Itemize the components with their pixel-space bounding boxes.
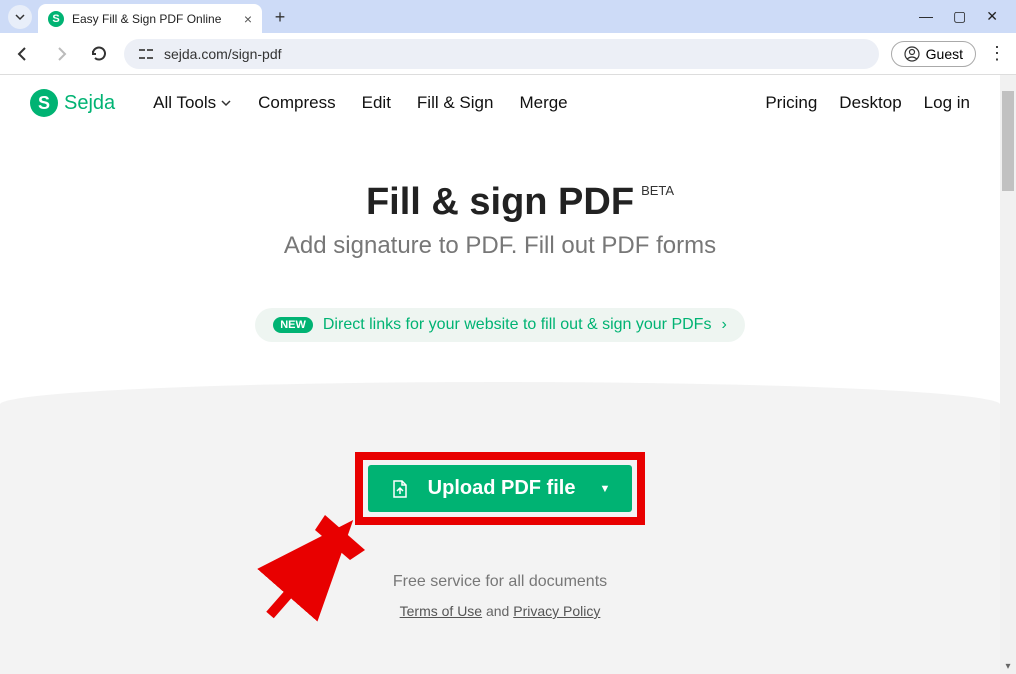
arrow-right-icon [52, 45, 70, 63]
nav-label: Fill & Sign [417, 93, 494, 113]
browser-tab[interactable]: S Easy Fill & Sign PDF Online × [38, 4, 262, 33]
maximize-button[interactable]: ▢ [953, 8, 966, 25]
logo-text: Sejda [64, 92, 115, 115]
scroll-down-button[interactable]: ▾ [1000, 658, 1016, 674]
nav-compress[interactable]: Compress [258, 93, 335, 113]
browser-titlebar: S Easy Fill & Sign PDF Online × + — ▢ ✕ [0, 0, 1016, 33]
site-header: S Sejda All Tools Compress Edit Fill & S… [0, 75, 1000, 131]
scroll-thumb[interactable] [1002, 91, 1014, 191]
nav-pricing[interactable]: Pricing [765, 93, 817, 113]
guest-label: Guest [926, 46, 963, 62]
nav-login[interactable]: Log in [924, 93, 970, 113]
nav-label: Edit [362, 93, 391, 113]
nav-label: Log in [924, 93, 970, 113]
back-button[interactable] [10, 41, 36, 67]
privacy-link[interactable]: Privacy Policy [513, 603, 600, 619]
nav-all-tools[interactable]: All Tools [153, 93, 232, 113]
sejda-favicon-icon: S [48, 11, 64, 27]
chevron-down-icon [14, 11, 26, 23]
tab-close-button[interactable]: × [244, 11, 252, 27]
guest-icon [904, 46, 920, 62]
address-bar[interactable]: sejda.com/sign-pdf [124, 39, 879, 69]
nav-label: Compress [258, 93, 335, 113]
new-tab-button[interactable]: + [268, 5, 292, 29]
nav-merge[interactable]: Merge [519, 93, 567, 113]
forward-button[interactable] [48, 41, 74, 67]
nav-label: Merge [519, 93, 567, 113]
minimize-button[interactable]: — [919, 8, 933, 25]
chevron-down-icon [220, 97, 232, 109]
vertical-scrollbar[interactable]: ▾ [1000, 75, 1016, 674]
nav-label: All Tools [153, 93, 216, 113]
file-icon [390, 479, 410, 499]
and-text: and [482, 603, 513, 619]
beta-badge: BETA [641, 183, 674, 198]
promo-link[interactable]: NEW Direct links for your website to fil… [255, 308, 745, 342]
nav-desktop[interactable]: Desktop [839, 93, 901, 113]
url-text: sejda.com/sign-pdf [164, 46, 282, 62]
tab-title: Easy Fill & Sign PDF Online [72, 12, 236, 26]
window-controls: — ▢ ✕ [919, 8, 1016, 25]
promo-text: Direct links for your website to fill ou… [323, 316, 712, 334]
upload-section: Upload PDF file ▼ Free service for all d… [0, 382, 1000, 674]
viewport: S Sejda All Tools Compress Edit Fill & S… [0, 75, 1016, 674]
nav-label: Pricing [765, 93, 817, 113]
tab-search-button[interactable] [8, 5, 32, 29]
nav-label: Desktop [839, 93, 901, 113]
browser-menu-button[interactable]: ⋮ [988, 43, 1006, 64]
nav-right: Pricing Desktop Log in [765, 93, 970, 113]
browser-toolbar: sejda.com/sign-pdf Guest ⋮ [0, 33, 1016, 75]
logo-icon: S [30, 89, 58, 117]
arrow-left-icon [14, 45, 32, 63]
upload-label: Upload PDF file [428, 477, 576, 500]
page-subtitle: Add signature to PDF. Fill out PDF forms [0, 232, 1000, 260]
site-logo[interactable]: S Sejda [30, 89, 115, 117]
new-badge: NEW [273, 317, 313, 333]
nav-fill-sign[interactable]: Fill & Sign [417, 93, 494, 113]
terms-link[interactable]: Terms of Use [400, 603, 482, 619]
caret-down-icon: ▼ [599, 483, 610, 495]
nav-edit[interactable]: Edit [362, 93, 391, 113]
reload-button[interactable] [86, 41, 112, 67]
chevron-right-icon: › [721, 316, 726, 334]
hero-section: Fill & sign PDF BETA Add signature to PD… [0, 181, 1000, 342]
page-title: Fill & sign PDF BETA [366, 181, 634, 224]
service-text: Free service for all documents [0, 573, 1000, 591]
page-content: S Sejda All Tools Compress Edit Fill & S… [0, 75, 1000, 674]
close-window-button[interactable]: ✕ [986, 8, 998, 25]
legal-text: Terms of Use and Privacy Policy [0, 603, 1000, 619]
site-settings-icon [138, 46, 154, 62]
profile-button[interactable]: Guest [891, 41, 976, 67]
reload-icon [90, 45, 108, 63]
title-text: Fill & sign PDF [366, 181, 634, 223]
annotation-highlight: Upload PDF file ▼ [355, 452, 646, 525]
upload-pdf-button[interactable]: Upload PDF file ▼ [368, 465, 633, 512]
